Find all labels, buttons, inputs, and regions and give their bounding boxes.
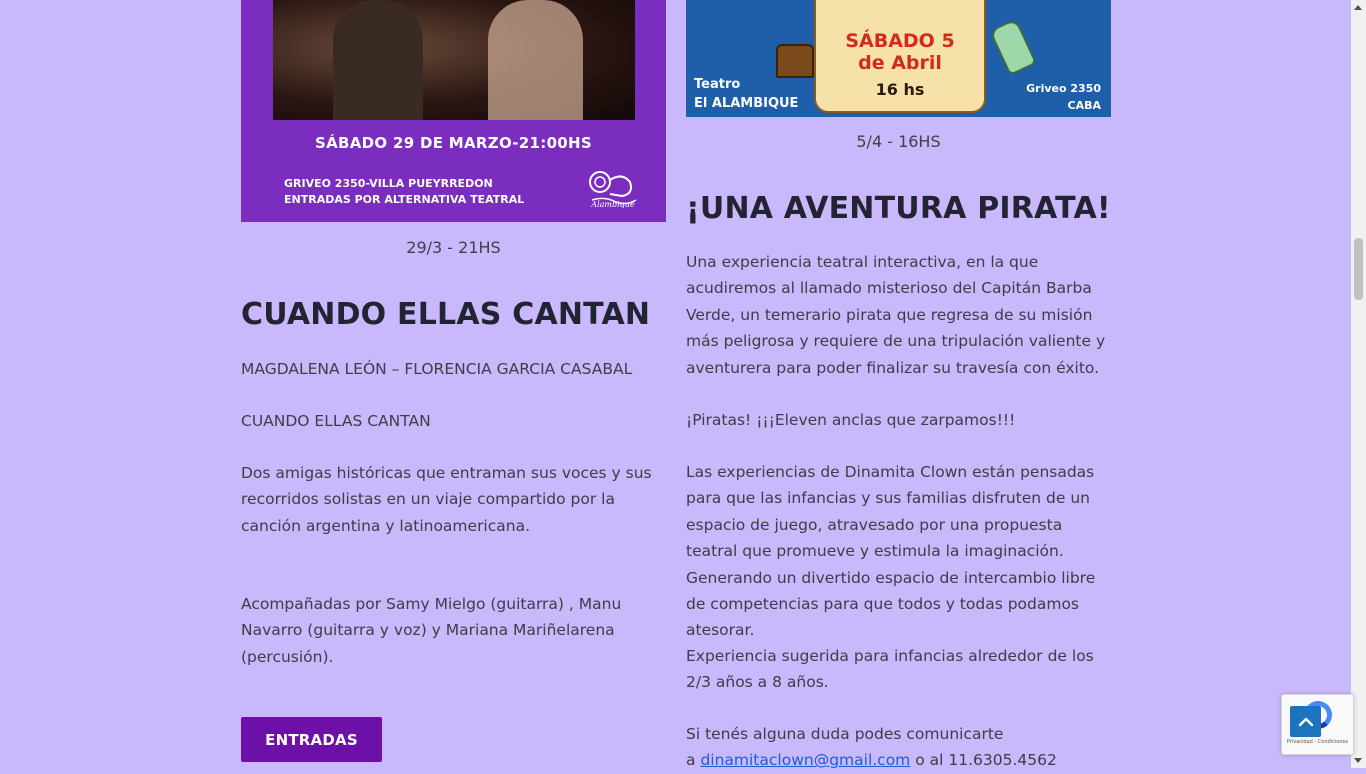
event-title: CUANDO ELLAS CANTAN	[241, 297, 651, 332]
page-scrollbar[interactable]	[1351, 0, 1366, 768]
event-paragraph-2: ¡Piratas! ¡¡¡Eleven anclas que zarpamos!…	[686, 411, 1016, 429]
tickets-button[interactable]: ENTRADAS	[241, 717, 382, 762]
event-date-caption: 29/3 - 21HS	[406, 238, 501, 257]
event-subtitle: CUANDO ELLAS CANTAN	[241, 412, 431, 430]
poster-photo	[273, 0, 635, 120]
recaptcha-terms[interactable]: Privacidad - Condiciones	[1282, 739, 1353, 745]
poster-scroll-month: de Abril	[858, 52, 942, 74]
poster-scroll-time: 16 hs	[875, 80, 925, 99]
alambique-logo: Alambique	[589, 171, 637, 208]
event-title: ¡UNA AVENTURA PIRATA!	[686, 191, 1111, 226]
contact-email-link[interactable]: dinamitaclown@gmail.com	[700, 751, 910, 769]
poster-date-text: SÁBADO 29 DE MARZO-21:00HS	[314, 134, 593, 152]
event-paragraph-3: Las experiencias de Dinamita Clown están…	[686, 463, 1096, 640]
event-accompaniment: Acompañadas por Samy Mielgo (guitarra) ,…	[241, 595, 622, 666]
scroll-up-arrow-icon[interactable]	[1354, 5, 1362, 10]
poster-venue: Teatro El ALAMBIQUE	[694, 77, 799, 111]
event-performers: MAGDALENA LEÓN – FLORENCIA GARCIA CASABA…	[241, 360, 633, 378]
poster-address-text: GRIVEO 2350-VILLA PUEYRREDON ENTRADAS PO…	[284, 177, 525, 206]
svg-text:Alambique: Alambique	[590, 200, 635, 208]
back-to-top-button[interactable]	[1290, 706, 1321, 737]
treasure-chest-icon	[776, 44, 814, 78]
event-paragraph-4: Experiencia sugerida para infancias alre…	[686, 647, 1094, 692]
chevron-up-icon	[1298, 717, 1313, 726]
scroll-down-arrow-icon[interactable]	[1354, 758, 1362, 763]
poster-scroll-day: SÁBADO 5	[845, 30, 955, 52]
event-paragraph-1: Una experiencia teatral interactiva, en …	[686, 253, 1106, 377]
poster-place: Griveo 2350 CABA	[1026, 82, 1101, 112]
event-date-caption: 5/4 - 16HS	[856, 132, 941, 151]
scrollbar-thumb[interactable]	[1354, 238, 1363, 300]
event-contact: Si tenés alguna duda podes comunicarte a…	[686, 725, 1057, 770]
poster-scroll: SÁBADO 5 de Abril 16 hs	[814, 0, 986, 113]
event-description: Dos amigas históricas que entraman sus v…	[241, 464, 652, 535]
bottle-icon	[988, 18, 1038, 76]
event-poster-aventura-pirata: SÁBADO 5 de Abril 16 hs Teatro El ALAMBI…	[686, 0, 1111, 117]
event-poster-cuando-ellas-cantan: SÁBADO 29 DE MARZO-21:00HS GRIVEO 2350-V…	[241, 0, 666, 222]
